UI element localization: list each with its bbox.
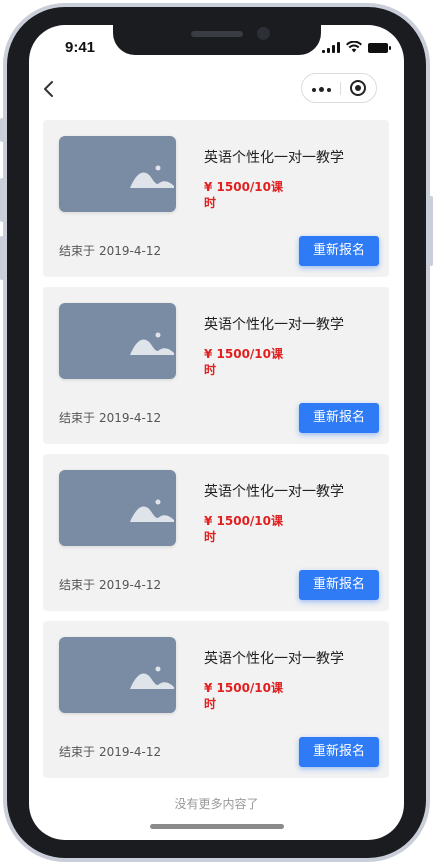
no-more-content: 没有更多内容了	[174, 797, 259, 811]
ended-label: 结束于	[59, 244, 96, 258]
more-dots-icon[interactable]	[312, 87, 331, 92]
wifi-icon	[346, 41, 362, 53]
course-ended-info: 结束于 2019-4-12	[59, 576, 161, 593]
course-card: 英语个性化一对一教学 ¥ 1500/10课时 结束于 2019-4-12 重新报名	[43, 621, 389, 778]
ended-label: 结束于	[59, 411, 96, 425]
ended-label: 结束于	[59, 578, 96, 592]
course-card: 英语个性化一对一教学 ¥ 1500/10课时 结束于 2019-4-12 重新报名	[43, 454, 389, 611]
battery-icon	[368, 43, 391, 53]
side-button-mute	[0, 118, 4, 142]
re-enroll-button[interactable]: 重新报名	[299, 570, 379, 600]
image-placeholder-icon	[130, 332, 174, 355]
ended-date: 2019-4-12	[99, 244, 162, 258]
image-placeholder-icon	[130, 666, 174, 689]
status-icons	[322, 41, 391, 53]
course-title: 英语个性化一对一教学	[204, 651, 344, 667]
course-ended-info: 结束于 2019-4-12	[59, 409, 161, 426]
signal-icon	[322, 42, 340, 53]
chevron-left-icon[interactable]	[39, 79, 59, 99]
course-price: ¥ 1500/10课时	[204, 180, 284, 210]
course-price: ¥ 1500/10课时	[204, 681, 284, 711]
target-close-icon[interactable]	[350, 80, 366, 96]
side-button-volume-up	[0, 178, 4, 222]
re-enroll-button[interactable]: 重新报名	[299, 737, 379, 767]
course-thumbnail	[59, 470, 176, 546]
course-thumbnail	[59, 637, 176, 713]
course-ended-info: 结束于 2019-4-12	[59, 242, 161, 259]
side-button-volume-down	[0, 236, 4, 280]
re-enroll-button[interactable]: 重新报名	[299, 236, 379, 266]
course-title: 英语个性化一对一教学	[204, 150, 344, 166]
status-time: 9:41	[65, 39, 96, 56]
image-placeholder-icon	[130, 165, 174, 188]
course-title: 英语个性化一对一教学	[204, 317, 344, 333]
course-card: 英语个性化一对一教学 ¥ 1500/10课时 结束于 2019-4-12 重新报名	[43, 287, 389, 444]
course-price: ¥ 1500/10课时	[204, 514, 284, 544]
speaker-grille	[191, 31, 243, 37]
course-title: 英语个性化一对一教学	[204, 484, 344, 500]
notch	[113, 25, 321, 55]
front-camera	[257, 27, 270, 40]
course-price: ¥ 1500/10课时	[204, 347, 284, 377]
course-thumbnail	[59, 136, 176, 212]
course-card: 英语个性化一对一教学 ¥ 1500/10课时 结束于 2019-4-12 重新报名	[43, 120, 389, 277]
ended-date: 2019-4-12	[99, 411, 162, 425]
mini-program-capsule	[301, 73, 377, 103]
home-indicator[interactable]	[150, 824, 284, 829]
re-enroll-button[interactable]: 重新报名	[299, 403, 379, 433]
ended-date: 2019-4-12	[99, 578, 162, 592]
ended-date: 2019-4-12	[99, 745, 162, 759]
course-thumbnail	[59, 303, 176, 379]
phone-screen: 9:41 英语个性化一对一教学 ¥ 1500/10课时 结束于 2019-4-1…	[29, 25, 404, 840]
side-button-power	[429, 196, 433, 266]
ended-label: 结束于	[59, 745, 96, 759]
course-ended-info: 结束于 2019-4-12	[59, 743, 161, 760]
image-placeholder-icon	[130, 499, 174, 522]
course-list: 英语个性化一对一教学 ¥ 1500/10课时 结束于 2019-4-12 重新报名…	[43, 120, 389, 788]
capsule-divider	[340, 82, 341, 95]
